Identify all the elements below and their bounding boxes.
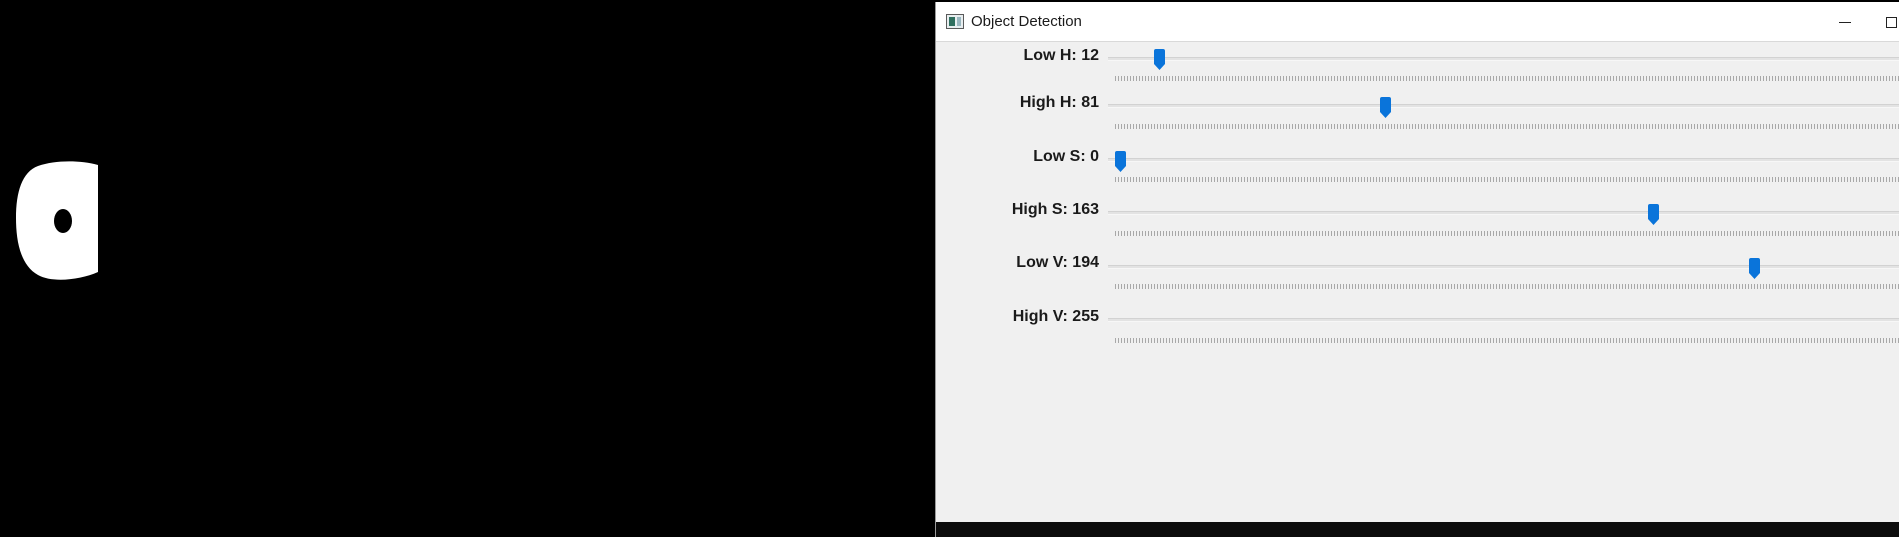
trackbar-label-high-s: High S: 163 bbox=[1011, 201, 1099, 218]
trackbar-row-high-v: High V: 255 bbox=[936, 304, 1899, 354]
app-icon bbox=[946, 14, 964, 29]
desktop-screen: Object Detection Low H: 12 High H: 81 Lo… bbox=[0, 0, 1899, 537]
trackbar-ticks-high-h bbox=[1115, 124, 1899, 129]
trackbar-ticks-high-s bbox=[1115, 231, 1899, 236]
title-bar[interactable]: Object Detection bbox=[936, 2, 1899, 42]
trackbar-track-high-s[interactable] bbox=[1108, 211, 1899, 215]
trackbar-ticks-low-h bbox=[1115, 76, 1899, 81]
trackbar-row-high-h: High H: 81 bbox=[936, 90, 1899, 140]
trackbar-thumb-low-s[interactable] bbox=[1114, 151, 1127, 173]
mask-image-view bbox=[0, 0, 935, 537]
maximize-icon bbox=[1886, 17, 1897, 28]
trackbar-track-low-h[interactable] bbox=[1108, 57, 1899, 61]
trackbar-ticks-low-s bbox=[1115, 177, 1899, 182]
trackbar-thumb-high-s[interactable] bbox=[1647, 204, 1660, 226]
minimize-button[interactable] bbox=[1831, 10, 1861, 34]
trackbar-label-low-v: Low V: 194 bbox=[1016, 254, 1099, 271]
trackbar-ticks-low-v bbox=[1115, 284, 1899, 289]
binary-mask-image bbox=[16, 161, 98, 280]
trackbar-thumb-high-h[interactable] bbox=[1379, 97, 1392, 119]
trackbar-thumb-low-v[interactable] bbox=[1748, 258, 1761, 280]
trackbar-label-high-v: High V: 255 bbox=[1012, 308, 1099, 325]
trackbar-track-low-v[interactable] bbox=[1108, 265, 1899, 269]
object-detection-window: Object Detection Low H: 12 High H: 81 Lo… bbox=[935, 2, 1899, 537]
window-bottom-edge bbox=[936, 522, 1899, 537]
trackbar-label-high-h: High H: 81 bbox=[1019, 94, 1099, 111]
trackbar-row-low-v: Low V: 194 bbox=[936, 251, 1899, 301]
trackbar-track-low-s[interactable] bbox=[1108, 158, 1899, 162]
trackbar-track-high-h[interactable] bbox=[1108, 104, 1899, 108]
trackbar-label-low-h: Low H: 12 bbox=[1023, 47, 1099, 64]
trackbar-thumb-low-h[interactable] bbox=[1153, 49, 1166, 71]
trackbar-row-low-s: Low S: 0 bbox=[936, 143, 1899, 193]
trackbar-track-high-v[interactable] bbox=[1108, 318, 1899, 322]
trackbar-row-high-s: High S: 163 bbox=[936, 197, 1899, 247]
minimize-icon bbox=[1839, 22, 1851, 23]
trackbar-ticks-high-v bbox=[1115, 338, 1899, 343]
window-title: Object Detection bbox=[971, 13, 1082, 30]
trackbar-row-low-h: Low H: 12 bbox=[936, 42, 1899, 92]
trackbar-panel: Low H: 12 High H: 81 Low S: 0 High S: 16… bbox=[936, 42, 1899, 522]
trackbar-label-low-s: Low S: 0 bbox=[1033, 148, 1099, 165]
maximize-button[interactable] bbox=[1880, 10, 1899, 34]
